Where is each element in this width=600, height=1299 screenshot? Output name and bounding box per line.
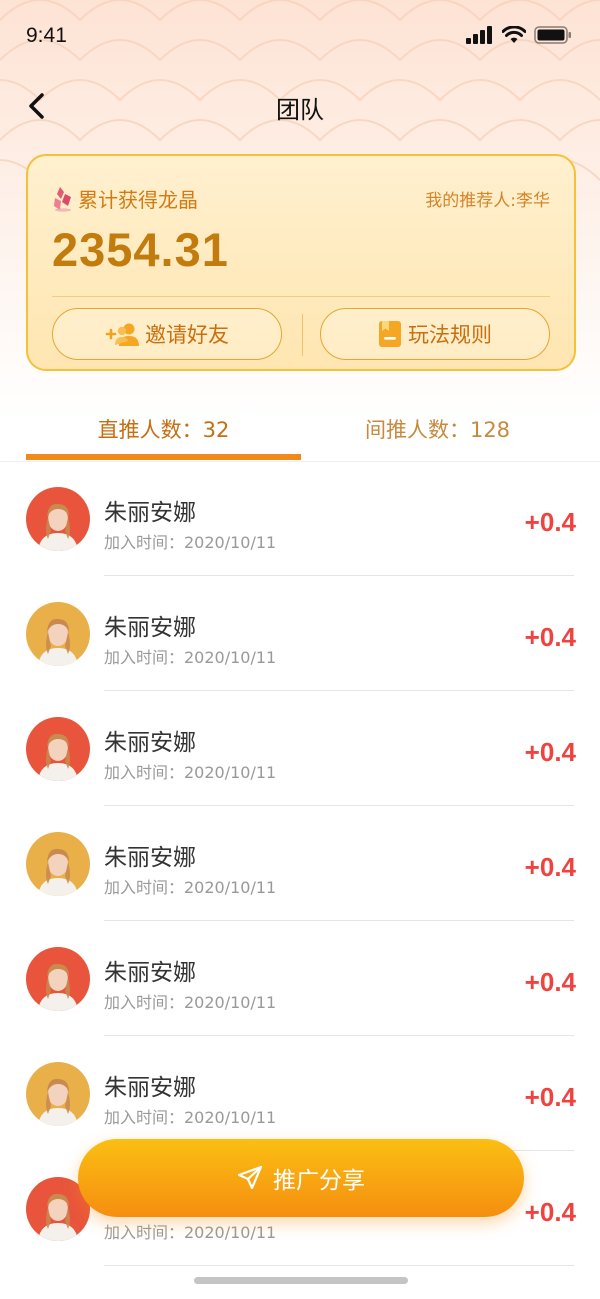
send-icon	[237, 1165, 263, 1190]
signal-icon	[466, 26, 492, 44]
avatar	[26, 487, 90, 551]
member-bonus: +0.4	[524, 967, 576, 997]
battery-icon	[534, 26, 571, 44]
member-join-time: 加入时间：2020/10/11	[104, 533, 277, 552]
referral-tabs: 直推人数：32 间推人数：128	[0, 404, 600, 462]
member-join-time: 加入时间：2020/10/11	[104, 763, 277, 782]
referrer-text: 我的推荐人:李华	[425, 191, 550, 211]
list-item[interactable]: 朱丽安娜加入时间：2020/10/11 +0.4	[0, 461, 600, 576]
summary-label-row: 累计获得龙晶	[52, 184, 198, 213]
member-join-time: 加入时间：2020/10/11	[104, 1108, 277, 1127]
invite-friends-button[interactable]: 邀请好友	[52, 308, 282, 360]
rules-book-icon	[379, 321, 401, 347]
status-icons	[466, 26, 572, 44]
game-rules-label: 玩法规则	[408, 323, 492, 347]
crystal-amount: 2354.31	[52, 223, 229, 276]
avatar	[26, 1062, 90, 1126]
status-bar: 9:41	[0, 0, 600, 72]
member-name: 朱丽安娜	[104, 615, 196, 641]
game-rules-button[interactable]: 玩法规则	[320, 308, 550, 360]
list-item[interactable]: 朱丽安娜加入时间：2020/10/11 +0.4	[0, 921, 600, 1036]
list-item[interactable]: 朱丽安娜加入时间：2020/10/11 +0.4	[0, 1036, 600, 1151]
avatar	[26, 602, 90, 666]
member-bonus: +0.4	[524, 1082, 576, 1112]
share-promotion-button[interactable]: 推广分享	[78, 1139, 524, 1217]
member-join-time: 加入时间：2020/10/11	[104, 993, 277, 1012]
member-bonus: +0.4	[524, 1197, 576, 1227]
member-join-time: 加入时间：2020/10/11	[104, 648, 277, 667]
crystal-icon	[54, 186, 71, 212]
member-bonus: +0.4	[524, 737, 576, 767]
nav-bar: 团队	[0, 78, 600, 134]
tab-indirect-referrals[interactable]: 间推人数：128	[300, 414, 575, 444]
member-name: 朱丽安娜	[104, 500, 196, 526]
page-title: 团队	[276, 96, 324, 124]
avatar	[26, 717, 90, 781]
status-time: 9:41	[26, 24, 67, 47]
member-bonus: +0.4	[524, 622, 576, 652]
add-friends-icon	[105, 323, 139, 346]
member-join-time: 加入时间：2020/10/11	[104, 1223, 277, 1242]
member-name: 朱丽安娜	[104, 960, 196, 986]
avatar	[26, 947, 90, 1011]
active-tab-indicator	[26, 454, 301, 460]
card-divider	[52, 296, 550, 297]
list-item[interactable]: 朱丽安娜加入时间：2020/10/11 +0.4	[0, 806, 600, 921]
list-item[interactable]: 朱丽安娜加入时间：2020/10/11 +0.4	[0, 576, 600, 691]
member-bonus: +0.4	[524, 507, 576, 537]
member-join-time: 加入时间：2020/10/11	[104, 878, 277, 897]
row-divider	[104, 1265, 574, 1266]
member-name: 朱丽安娜	[104, 1075, 196, 1101]
summary-card: 累计获得龙晶 我的推荐人:李华 2354.31 邀请好友 玩法规则	[26, 154, 576, 371]
card-button-divider	[302, 314, 303, 356]
list-item[interactable]: 朱丽安娜加入时间：2020/10/11 +0.4	[0, 691, 600, 806]
member-name: 朱丽安娜	[104, 730, 196, 756]
summary-label: 累计获得龙晶	[78, 188, 198, 212]
member-bonus: +0.4	[524, 852, 576, 882]
home-indicator	[194, 1277, 408, 1284]
invite-friends-label: 邀请好友	[145, 323, 229, 347]
wifi-icon	[502, 26, 526, 43]
avatar	[26, 832, 90, 896]
member-name: 朱丽安娜	[104, 845, 196, 871]
tab-direct-referrals[interactable]: 直推人数：32	[26, 414, 301, 444]
share-promotion-label: 推广分享	[273, 1168, 365, 1194]
